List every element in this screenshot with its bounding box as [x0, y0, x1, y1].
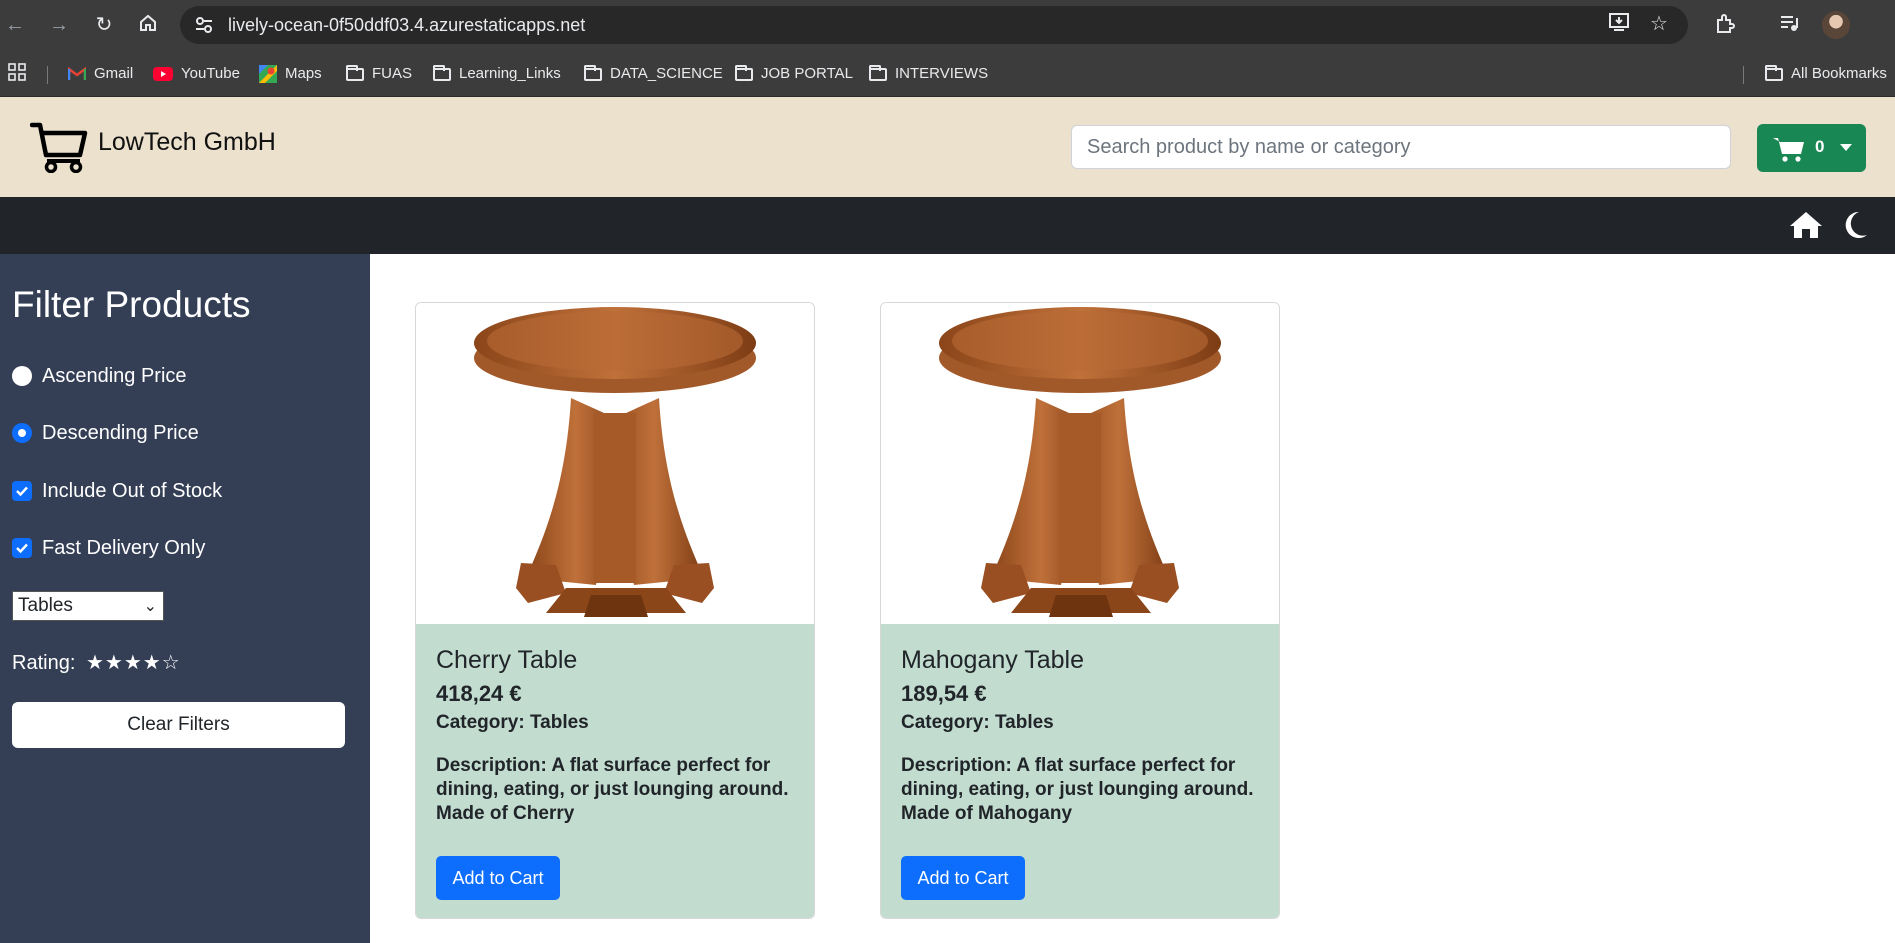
youtube-icon [153, 67, 173, 82]
filter-sidebar: Filter Products Ascending Price Descendi… [0, 254, 370, 943]
product-body: Mahogany Table 189,54 € Category: Tables… [881, 624, 1279, 918]
rating-filter: Rating: ★★★★☆ [12, 652, 180, 675]
app-header: LowTech GmbH 0 [0, 97, 1895, 197]
rating-label: Rating: [12, 652, 76, 674]
media-control-icon[interactable] [1778, 13, 1802, 37]
product-card: Mahogany Table 189,54 € Category: Tables… [880, 302, 1280, 919]
brand-name[interactable]: LowTech GmbH [98, 128, 276, 157]
search-input[interactable] [1071, 125, 1731, 169]
cart-icon [1773, 138, 1804, 162]
maps-icon [259, 65, 277, 84]
bookmark-job-portal[interactable]: JOB PORTAL [735, 63, 853, 85]
product-card: Cherry Table 418,24 € Category: Tables D… [415, 302, 815, 919]
bookmark-learning-links[interactable]: Learning_Links [433, 63, 561, 85]
bookmark-youtube[interactable]: YouTube [153, 63, 240, 85]
descending-price-radio[interactable] [12, 423, 32, 443]
product-name: Mahogany Table [901, 646, 1085, 674]
product-price: 189,54 € [901, 681, 987, 706]
folder-icon [584, 64, 602, 81]
extensions-icon[interactable] [1713, 13, 1737, 37]
profile-avatar[interactable] [1822, 11, 1850, 39]
gmail-icon [68, 67, 86, 81]
rating-stars[interactable]: ★★★★☆ [86, 650, 181, 675]
site-info-icon[interactable] [194, 15, 214, 35]
home-icon[interactable] [1789, 210, 1823, 240]
out-of-stock-checkbox[interactable] [12, 481, 32, 501]
bookmark-divider [47, 66, 48, 84]
folder-icon [869, 64, 887, 81]
folder-icon [1765, 64, 1783, 81]
bookmark-divider [1743, 66, 1744, 84]
bookmark-data-science[interactable]: DATA_SCIENCE [584, 63, 723, 85]
chevron-down-icon: ⌄ [143, 598, 157, 615]
product-image[interactable] [416, 303, 814, 624]
ascending-price-radio[interactable] [12, 366, 32, 386]
forward-icon[interactable]: → [47, 13, 71, 37]
all-bookmarks[interactable]: All Bookmarks [1765, 63, 1887, 85]
bookmark-star-icon[interactable]: ☆ [1647, 12, 1671, 36]
category-select[interactable]: Tables ⌄ [12, 591, 164, 621]
product-category: Category: Tables [436, 712, 589, 733]
address-bar[interactable]: lively-ocean-0f50ddf03.4.azurestaticapps… [180, 6, 1688, 44]
product-category: Category: Tables [901, 712, 1054, 733]
secondary-navbar [0, 197, 1895, 254]
fast-delivery-checkbox[interactable] [12, 538, 32, 558]
chevron-down-icon [1840, 144, 1852, 151]
folder-icon [735, 64, 753, 81]
add-to-cart-button[interactable]: Add to Cart [901, 856, 1025, 900]
browser-toolbar: ← → ↻ lively-ocean-0f50ddf03.4.azurestat… [0, 0, 1895, 50]
folder-icon [433, 64, 451, 81]
product-body: Cherry Table 418,24 € Category: Tables D… [416, 624, 814, 918]
product-description: Description: A flat surface perfect for … [436, 755, 789, 824]
bookmarks-bar: Gmail YouTube Maps FUAS Learning_Links D… [0, 50, 1895, 97]
product-description: Description: A flat surface perfect for … [901, 755, 1254, 824]
clear-filters-button[interactable]: Clear Filters [12, 702, 345, 748]
product-image[interactable] [881, 303, 1279, 624]
bookmark-interviews[interactable]: INTERVIEWS [869, 63, 988, 85]
dark-mode-moon-icon[interactable] [1840, 210, 1868, 240]
home-browser-icon[interactable] [136, 13, 160, 37]
filter-title: Filter Products [12, 284, 251, 325]
bookmark-gmail[interactable]: Gmail [68, 63, 133, 85]
reload-icon[interactable]: ↻ [92, 13, 116, 37]
add-to-cart-button[interactable]: Add to Cart [436, 856, 560, 900]
bookmark-maps[interactable]: Maps [259, 63, 322, 85]
checkmark-icon [16, 543, 28, 554]
cart-count: 0 [1815, 137, 1825, 156]
cart-dropdown-button[interactable]: 0 [1757, 124, 1866, 172]
bookmark-fuas[interactable]: FUAS [346, 63, 412, 85]
product-price: 418,24 € [436, 681, 522, 706]
checkmark-icon [16, 486, 28, 497]
url-text[interactable]: lively-ocean-0f50ddf03.4.azurestaticapps… [228, 15, 585, 36]
folder-icon [346, 64, 364, 81]
product-name: Cherry Table [436, 646, 578, 674]
apps-grid-icon[interactable] [8, 63, 26, 85]
back-icon[interactable]: ← [3, 13, 27, 37]
shopping-cart-logo-icon[interactable] [30, 121, 88, 173]
install-app-icon[interactable] [1607, 12, 1631, 36]
